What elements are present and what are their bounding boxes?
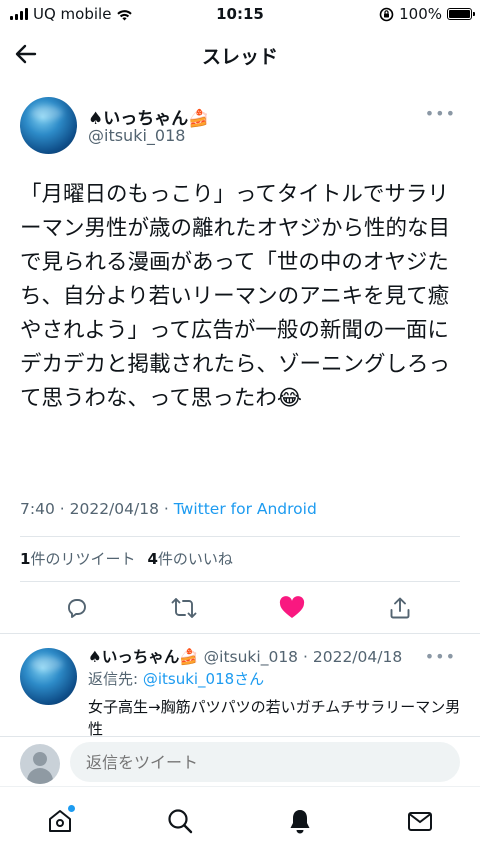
notifications-icon [290,810,310,834]
reply-date: 2022/04/18 [312,648,403,666]
tweet-stats: 1件のリツイート 4件のいいね [20,548,233,569]
replying-to-prefix: 返信先: [88,670,143,688]
divider [20,536,460,537]
battery-icon [447,8,475,20]
meta-separator: · [59,500,70,518]
meta-separator: · [163,500,174,518]
like-button[interactable] [276,592,308,624]
bottom-nav [0,786,480,854]
messages-icon [408,812,432,831]
tweet-time: 7:40 [20,500,55,518]
meta-separator: · [302,648,308,666]
tweet-meta: 7:40 · 2022/04/18 · Twitter for Android [20,500,317,518]
retweet-count: 1 [20,550,31,568]
reply-header: ♠いっちゃん🍰 @itsuki_018 · 2022/04/18 [88,645,402,667]
thread-header: スレッド [0,28,480,80]
reply-composer [0,736,480,786]
author-handle[interactable]: @itsuki_018 [88,126,185,145]
unread-dot [68,805,75,812]
nav-home[interactable] [44,805,76,837]
author-avatar[interactable] [20,97,77,154]
reply-icon [68,599,86,618]
like-count: 4 [147,550,158,568]
retweet-button[interactable] [168,592,200,624]
like-label: 件のいいね [157,550,233,568]
tweet-client-link[interactable]: Twitter for Android [174,500,317,518]
share-icon [390,597,410,619]
search-icon [168,809,193,834]
nav-search[interactable] [164,805,196,837]
like-stat[interactable]: 4件のいいね [147,548,232,569]
rotation-lock-icon [379,7,394,21]
divider [20,581,460,582]
more-options-icon[interactable]: ••• [425,104,456,123]
heart-filled-icon [279,596,305,618]
replying-to-handle[interactable]: @itsuki_018さん [143,670,264,688]
reply-more-options-icon[interactable]: ••• [425,647,456,666]
reply-author-name[interactable]: ♠いっちゃん🍰 [88,648,199,666]
replying-to: 返信先: @itsuki_018さん [88,668,264,689]
nav-messages[interactable] [404,805,436,837]
tweet-text: 「月曜日のもっこり」ってタイトルでサラリーマン男性が歳の離れたオヤジから性的な目… [20,182,451,411]
tweet-actions [0,588,480,628]
reply-author-handle[interactable]: @itsuki_018 [204,648,298,666]
reply-text[interactable]: 女子高生→胸筋パツパツの若いガチムチサラリーマン男性 [88,696,466,736]
retweet-icon [171,598,197,618]
reply-input[interactable] [70,742,460,782]
status-bar: UQ mobile 10:15 100% [0,0,480,28]
retweet-stat[interactable]: 1件のリツイート [20,548,135,569]
reply-button[interactable] [60,592,92,624]
battery-percent: 100% [399,5,442,23]
nav-notifications[interactable] [284,805,316,837]
reply-author-avatar[interactable] [20,648,77,705]
tweet-date: 2022/04/18 [69,500,159,518]
my-avatar[interactable] [20,744,60,784]
section-divider [0,633,480,634]
page-title: スレッド [201,46,278,68]
retweet-label: 件のリツイート [30,550,136,568]
status-right: 100% [379,5,475,23]
share-button[interactable] [384,592,416,624]
